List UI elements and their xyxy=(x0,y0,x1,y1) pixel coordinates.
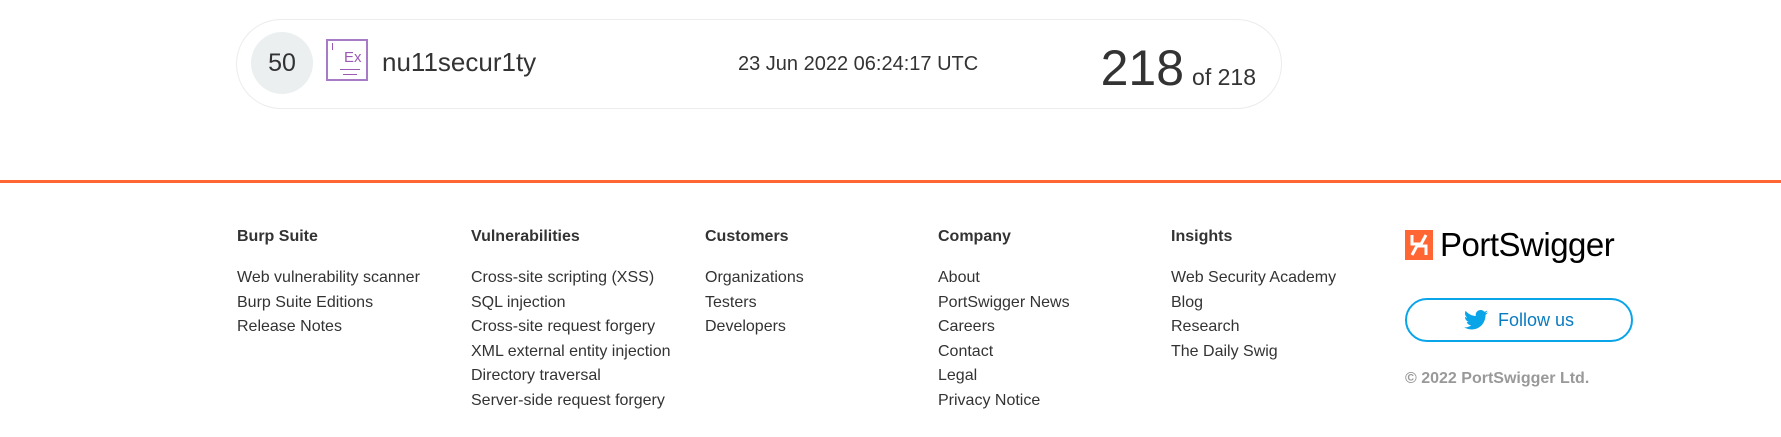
footer-link[interactable]: Organizations xyxy=(705,266,804,291)
portswigger-logo-icon xyxy=(1405,230,1433,260)
footer-link[interactable]: Cross-site scripting (XSS) xyxy=(471,266,671,291)
footer-link[interactable]: Research xyxy=(1171,315,1336,340)
solved-timestamp: 23 Jun 2022 06:24:17 UTC xyxy=(738,53,979,75)
portswigger-logo[interactable]: PortSwigger xyxy=(1405,226,1615,264)
footer-column-company: Company About PortSwigger News Careers C… xyxy=(938,228,1070,413)
footer-divider xyxy=(0,180,1781,183)
footer-link[interactable]: XML external entity injection xyxy=(471,340,671,365)
footer-link[interactable]: Legal xyxy=(938,364,1070,389)
badge-tick xyxy=(332,43,333,50)
footer-link[interactable]: Web vulnerability scanner xyxy=(237,266,420,291)
badge-line xyxy=(340,69,360,70)
solved-count-value: 218 xyxy=(1100,40,1185,96)
footer-column-insights: Insights Web Security Academy Blog Resea… xyxy=(1171,228,1336,364)
twitter-bird-icon xyxy=(1463,310,1488,330)
footer-link[interactable]: Directory traversal xyxy=(471,364,671,389)
solved-count-total: of 218 xyxy=(1192,64,1256,90)
copyright-text: © 2022 PortSwigger Ltd. xyxy=(1405,370,1590,387)
footer-heading: Vulnerabilities xyxy=(471,228,580,245)
badge-label: Ex xyxy=(344,49,362,66)
footer-heading: Insights xyxy=(1171,228,1233,245)
footer-heading: Customers xyxy=(705,228,789,245)
leaderboard-entry: 50 Ex nu11secur1ty 23 Jun 2022 06:24:17 … xyxy=(236,19,1282,109)
footer-link[interactable]: About xyxy=(938,266,1070,291)
footer-link[interactable]: PortSwigger News xyxy=(938,291,1070,316)
footer-link[interactable]: The Daily Swig xyxy=(1171,340,1336,365)
footer-link[interactable]: Server-side request forgery xyxy=(471,389,671,414)
footer-link[interactable]: Release Notes xyxy=(237,315,420,340)
footer-link[interactable]: Careers xyxy=(938,315,1070,340)
brand-name: PortSwigger xyxy=(1440,226,1615,263)
footer-link[interactable]: Cross-site request forgery xyxy=(471,315,671,340)
expert-badge-icon: Ex xyxy=(326,39,368,81)
footer-link[interactable]: Contact xyxy=(938,340,1070,365)
footer-link[interactable]: Developers xyxy=(705,315,804,340)
footer-column-customers: Customers Organizations Testers Develope… xyxy=(705,228,804,340)
footer-heading: Burp Suite xyxy=(237,228,318,245)
follow-us-label: Follow us xyxy=(1497,309,1575,330)
footer-column-burp-suite: Burp Suite Web vulnerability scanner Bur… xyxy=(237,228,420,340)
footer-link[interactable]: Blog xyxy=(1171,291,1336,316)
solved-count: 218 of 218 xyxy=(1101,39,1256,97)
username[interactable]: nu11secur1ty xyxy=(382,47,536,78)
follow-us-button[interactable]: Follow us xyxy=(1405,298,1633,342)
badge-line xyxy=(343,74,357,75)
footer-column-vulnerabilities: Vulnerabilities Cross-site scripting (XS… xyxy=(471,228,671,413)
footer-link[interactable]: Testers xyxy=(705,291,804,316)
footer-link[interactable]: Burp Suite Editions xyxy=(237,291,420,316)
footer-link[interactable]: Web Security Academy xyxy=(1171,266,1336,291)
footer-link[interactable]: SQL injection xyxy=(471,291,671,316)
footer-heading: Company xyxy=(938,228,1011,245)
footer-link[interactable]: Privacy Notice xyxy=(938,389,1070,414)
rank-number: 50 xyxy=(251,32,313,94)
